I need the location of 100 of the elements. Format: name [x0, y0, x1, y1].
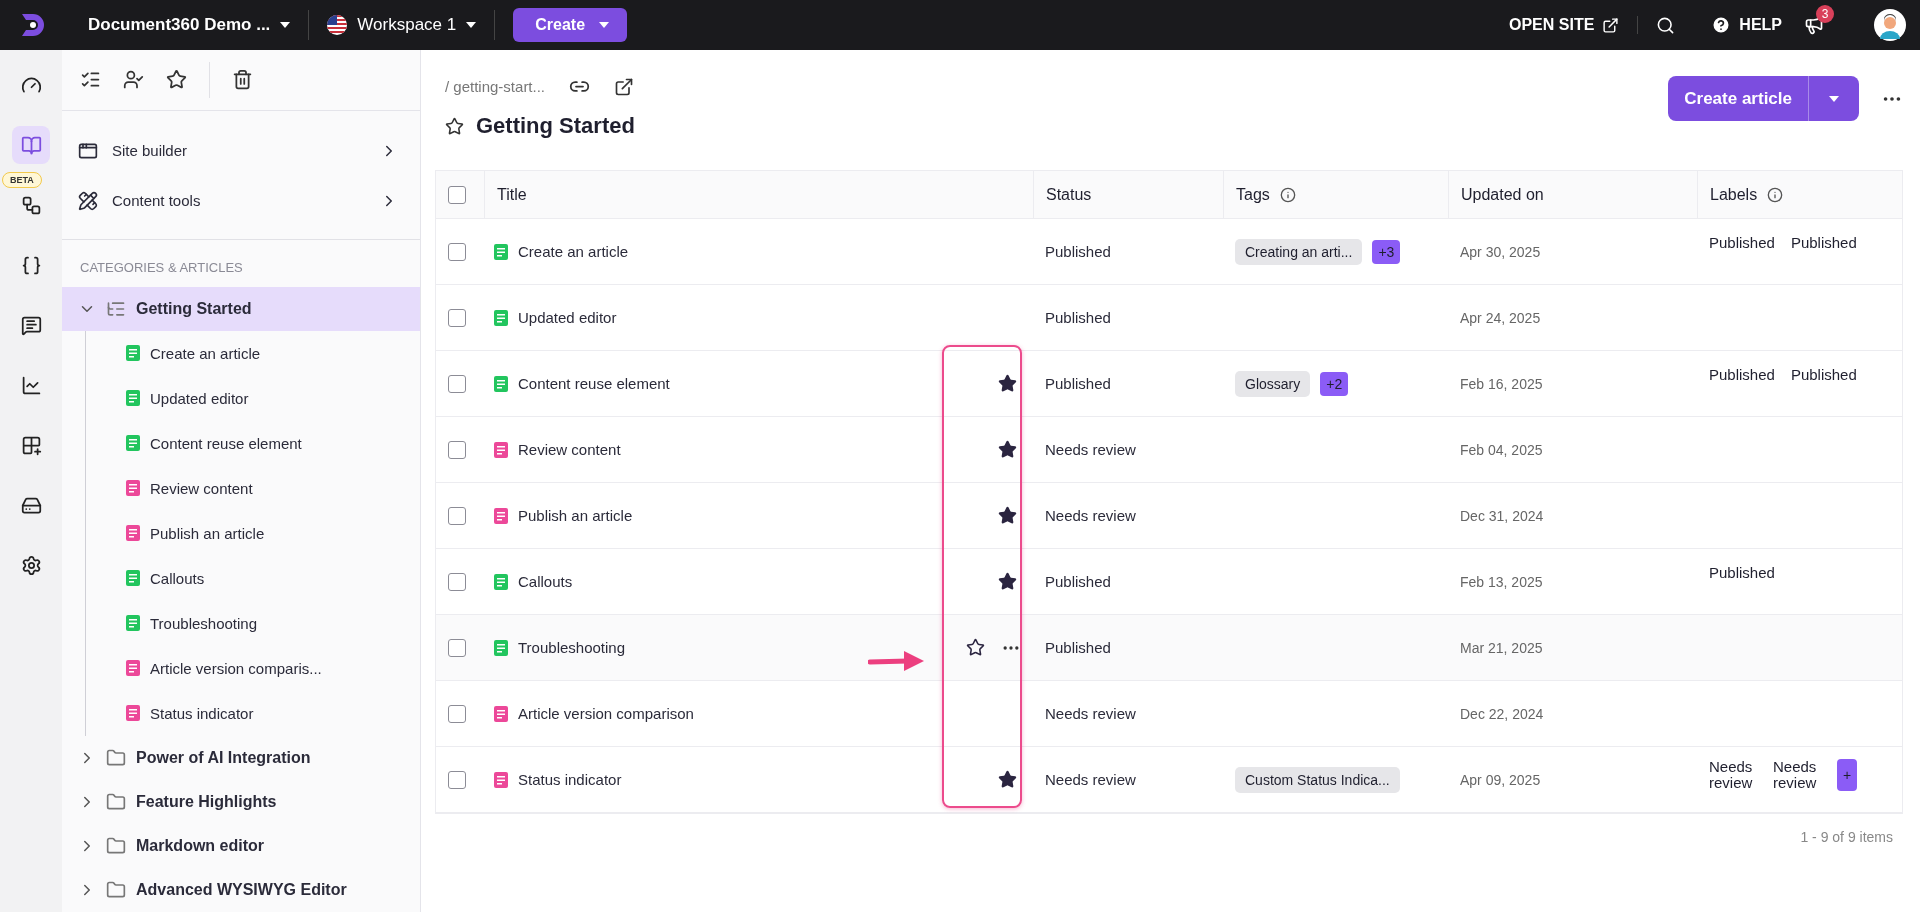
status-text: Published — [1045, 375, 1111, 392]
column-header[interactable]: Title — [497, 185, 527, 204]
star-icon[interactable] — [966, 638, 985, 657]
page-title: Getting Started — [476, 113, 635, 139]
article-item[interactable]: Review content — [86, 465, 420, 511]
pencil-ruler-icon[interactable] — [78, 190, 98, 211]
label-text: Published — [1709, 367, 1775, 383]
updated-date: Mar 21, 2025 — [1460, 639, 1543, 656]
tag: Glossary — [1235, 370, 1311, 397]
star-icon[interactable] — [998, 440, 1017, 459]
article-item[interactable]: Updated editor — [86, 375, 420, 421]
updated-date: Dec 31, 2024 — [1460, 507, 1544, 524]
document-icon — [126, 660, 140, 677]
open-site-link[interactable]: OPEN SITE — [1490, 16, 1639, 34]
updated-date: Apr 24, 2025 — [1460, 309, 1541, 326]
checkbox[interactable] — [448, 506, 466, 525]
article-item[interactable]: Create an article — [86, 330, 420, 376]
checkbox[interactable] — [448, 440, 466, 459]
article-title[interactable]: Content reuse element — [518, 375, 670, 392]
category-item[interactable]: Power of AI Integration — [62, 735, 420, 780]
section-heading: CATEGORIES & ARTICLES — [79, 258, 244, 277]
article-title[interactable]: Status indicator — [518, 771, 622, 788]
article-title[interactable]: Article version comparison — [518, 705, 694, 722]
analytics-icon[interactable] — [20, 374, 42, 396]
status-text: Needs review — [1045, 771, 1136, 788]
help-icon[interactable] — [1711, 15, 1732, 35]
menu-label[interactable]: Content tools — [112, 192, 366, 210]
article-item[interactable]: Status indicator — [86, 690, 420, 736]
category-item[interactable]: Markdown editor — [62, 823, 420, 868]
feedback-icon[interactable] — [20, 314, 42, 336]
star-icon[interactable] — [445, 116, 464, 136]
column-header[interactable]: Updated on — [1461, 185, 1544, 204]
checkbox[interactable] — [448, 308, 466, 327]
create-article-button[interactable]: Create article — [1668, 76, 1809, 121]
star-icon[interactable] — [998, 506, 1017, 525]
article-title[interactable]: Review content — [518, 441, 621, 458]
updated-date: Feb 04, 2025 — [1460, 441, 1543, 458]
settings-icon[interactable] — [20, 554, 42, 576]
help-link[interactable]: HELP — [1693, 15, 1800, 35]
article-title[interactable]: Callouts — [518, 573, 573, 590]
caret-icon[interactable] — [466, 22, 477, 28]
updated-date: Dec 22, 2024 — [1460, 705, 1544, 722]
sidebar-menu-item[interactable]: Site builder — [62, 128, 420, 173]
category-item[interactable]: Getting Started — [62, 286, 420, 331]
updated-date: Apr 30, 2025 — [1460, 243, 1541, 260]
article-title[interactable]: Troubleshooting — [518, 639, 625, 656]
article-item[interactable]: Troubleshooting — [86, 600, 420, 646]
label-text: Published — [1790, 235, 1857, 251]
workflow-icon[interactable] — [20, 194, 42, 216]
star-icon[interactable] — [998, 770, 1017, 789]
workspace-selector[interactable]: Workspace 1 — [357, 15, 457, 35]
article-item[interactable]: Callouts — [86, 555, 420, 601]
pagination-text: 1 - 9 of 9 items — [1800, 829, 1893, 845]
more-tags-badge[interactable]: +3 — [1372, 239, 1401, 264]
checkbox[interactable] — [448, 704, 466, 723]
article-item[interactable]: Content reuse element — [86, 420, 420, 466]
more-labels-badge[interactable]: + — [1837, 759, 1858, 791]
updated-date: Apr 09, 2025 — [1460, 771, 1541, 788]
article-title[interactable]: Publish an article — [518, 507, 633, 524]
api-icon[interactable] — [20, 254, 42, 276]
create-button[interactable]: Create — [513, 8, 628, 42]
category-item[interactable]: Feature Highlights — [62, 779, 420, 824]
caret-icon[interactable] — [280, 22, 291, 28]
documents-icon[interactable] — [20, 134, 42, 156]
external-link-icon[interactable] — [1602, 16, 1620, 34]
info-icon[interactable] — [1279, 186, 1296, 203]
category-item[interactable]: Advanced WYSIWYG Editor — [62, 867, 420, 912]
breadcrumb[interactable]: / getting-start... — [445, 78, 546, 95]
checkbox[interactable] — [448, 374, 466, 393]
column-header[interactable]: Labels — [1710, 185, 1758, 204]
checkbox[interactable] — [448, 770, 466, 789]
star-icon[interactable] — [166, 69, 187, 91]
info-icon[interactable] — [1767, 186, 1784, 203]
menu-label[interactable]: Site builder — [112, 142, 366, 160]
checkbox[interactable] — [448, 242, 466, 261]
checkbox[interactable] — [448, 638, 466, 657]
column-header[interactable]: Tags — [1236, 185, 1270, 204]
sidebar-menu-item[interactable]: Content tools — [62, 178, 420, 223]
document-icon — [494, 375, 508, 392]
folder-icon — [106, 880, 126, 900]
user-check-icon[interactable] — [123, 69, 144, 91]
trash-icon[interactable] — [232, 69, 253, 91]
search-icon[interactable] — [1656, 15, 1676, 35]
article-item[interactable]: Publish an article — [86, 510, 420, 556]
extensions-icon[interactable] — [20, 434, 42, 456]
flag-icon — [327, 15, 348, 35]
article-title[interactable]: Create an article — [518, 243, 629, 260]
avatar-icon[interactable] — [1874, 9, 1906, 41]
column-header[interactable]: Status — [1046, 185, 1092, 204]
checkbox[interactable] — [448, 572, 466, 591]
star-icon[interactable] — [998, 374, 1017, 393]
external-link-icon[interactable] — [614, 76, 635, 97]
article-title[interactable]: Updated editor — [518, 309, 617, 326]
project-selector[interactable]: Document360 Demo ... — [88, 15, 271, 35]
article-item[interactable]: Article version comparis... — [86, 645, 420, 691]
star-icon[interactable] — [998, 572, 1017, 591]
checkbox[interactable] — [448, 185, 466, 204]
document-icon — [494, 243, 508, 260]
more-tags-badge[interactable]: +2 — [1320, 371, 1349, 396]
document-icon — [126, 480, 140, 497]
